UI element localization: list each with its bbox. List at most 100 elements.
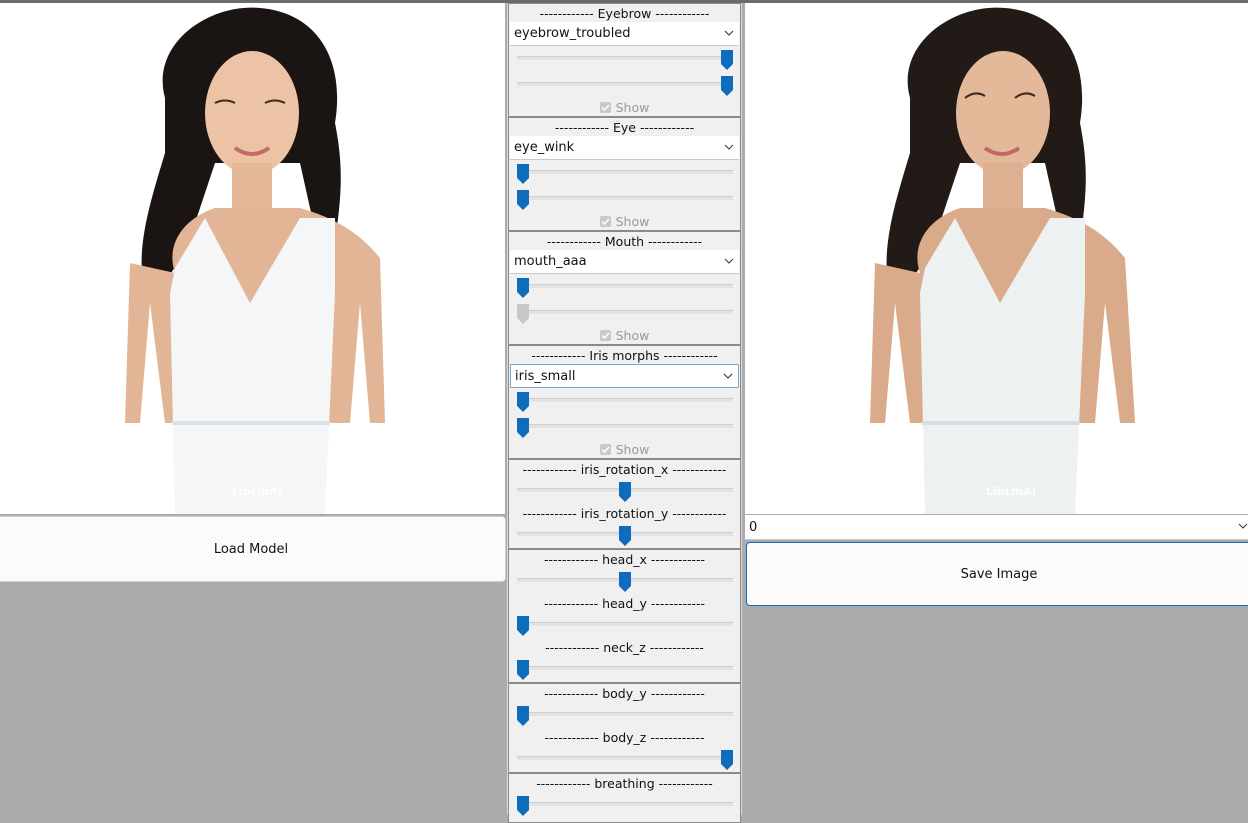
- slider-track: [517, 196, 733, 200]
- checkbox-checked-icon: [599, 216, 611, 227]
- body-y-slider[interactable]: [517, 706, 733, 726]
- iris-rotation-y-title: ------------ iris_rotation_y -----------…: [522, 506, 727, 521]
- slider-track: [517, 424, 733, 428]
- chevron-down-icon: [724, 30, 734, 36]
- iris-right-slider[interactable]: [517, 418, 733, 438]
- slider-track: [517, 712, 733, 716]
- neck-z-slider[interactable]: [517, 660, 733, 680]
- slider-track: [517, 756, 733, 760]
- slider-thumb: [517, 304, 529, 324]
- body-z-title: ------------ body_z ------------: [544, 730, 705, 745]
- iris-rotation-x-title: ------------ iris_rotation_x -----------…: [522, 462, 727, 477]
- slider-track: [517, 170, 733, 174]
- slider-thumb[interactable]: [517, 278, 529, 298]
- checkbox-checked-icon: [599, 330, 611, 341]
- show-label: Show: [615, 214, 650, 229]
- slider-track: [517, 398, 733, 402]
- iris-rotation-y-slider[interactable]: [517, 526, 733, 546]
- iris-rotation-x-slider[interactable]: [517, 482, 733, 502]
- eyebrow-right-slider[interactable]: [517, 76, 733, 96]
- eyebrow-left-slider[interactable]: [517, 50, 733, 70]
- eye-show-checkbox[interactable]: Show: [509, 214, 740, 229]
- slider-thumb[interactable]: [721, 50, 733, 70]
- body-group: ------------ body_y ------------ -------…: [508, 683, 741, 773]
- slider-track: [517, 666, 733, 670]
- checkbox-checked-icon: [599, 102, 611, 113]
- chevron-down-icon: [724, 144, 734, 150]
- slider-track: [517, 284, 733, 288]
- neck-z-title: ------------ neck_z ------------: [545, 640, 704, 655]
- head-x-slider[interactable]: [517, 572, 733, 592]
- save-image-button[interactable]: Save Image: [746, 542, 1248, 606]
- output-image-panel: LibLibAI: [745, 3, 1248, 514]
- show-label: Show: [615, 328, 650, 343]
- slider-thumb[interactable]: [517, 392, 529, 412]
- eye-select-value: eye_wink: [514, 140, 575, 155]
- mouth-group-title: ------------ Mouth ------------: [546, 234, 703, 249]
- eyebrow-show-checkbox[interactable]: Show: [509, 100, 740, 115]
- head-group: ------------ head_x ------------ -------…: [508, 549, 741, 683]
- chevron-down-icon: [723, 373, 733, 379]
- head-y-slider[interactable]: [517, 616, 733, 636]
- frame-index-select[interactable]: 0: [745, 515, 1248, 540]
- output-portrait-image: [745, 3, 1248, 514]
- eyebrow-select[interactable]: eyebrow_troubled: [510, 22, 739, 46]
- iris-rotation-group: ------------ iris_rotation_x -----------…: [508, 459, 741, 549]
- breathing-slider[interactable]: [517, 796, 733, 816]
- show-label: Show: [615, 100, 650, 115]
- checkbox-checked-icon: [599, 444, 611, 455]
- breathing-group: ------------ breathing ------------: [508, 773, 741, 823]
- slider-track: [517, 802, 733, 806]
- slider-track: [517, 82, 733, 86]
- watermark-text: LibLibAI: [986, 485, 1036, 498]
- slider-thumb[interactable]: [619, 526, 631, 546]
- eye-right-slider[interactable]: [517, 190, 733, 210]
- watermark-text: LibLibAI: [232, 485, 282, 498]
- iris-morph-select[interactable]: iris_small: [510, 364, 739, 388]
- slider-track: [517, 310, 733, 314]
- iris-morphs-group: ------------ Iris morphs ------------ ir…: [508, 345, 741, 459]
- mouth-group: ------------ Mouth ------------ mouth_aa…: [508, 231, 741, 345]
- breathing-title: ------------ breathing ------------: [536, 776, 713, 791]
- show-label: Show: [615, 442, 650, 457]
- eyebrow-group-title: ------------ Eyebrow ------------: [539, 6, 710, 21]
- slider-thumb[interactable]: [517, 660, 529, 680]
- frame-index-value: 0: [749, 519, 758, 535]
- eyebrow-group: ------------ Eyebrow ------------ eyebro…: [508, 3, 741, 117]
- slider-thumb[interactable]: [619, 482, 631, 502]
- slider-thumb[interactable]: [517, 190, 529, 210]
- body-y-title: ------------ body_y ------------: [544, 686, 705, 701]
- source-portrait-image: [0, 3, 505, 514]
- mouth-select[interactable]: mouth_aaa: [510, 250, 739, 274]
- head-y-title: ------------ head_y ------------: [543, 596, 706, 611]
- mouth-select-value: mouth_aaa: [514, 254, 587, 269]
- iris-left-slider[interactable]: [517, 392, 733, 412]
- slider-thumb[interactable]: [721, 76, 733, 96]
- slider-thumb[interactable]: [721, 750, 733, 770]
- head-x-title: ------------ head_x ------------: [543, 552, 706, 567]
- iris-morphs-show-checkbox[interactable]: Show: [509, 442, 740, 457]
- pose-controls-panel: ------------ Eyebrow ------------ eyebro…: [507, 3, 742, 823]
- eyebrow-select-value: eyebrow_troubled: [514, 26, 631, 41]
- eye-left-slider[interactable]: [517, 164, 733, 184]
- chevron-down-icon: [724, 258, 734, 264]
- slider-track: [517, 56, 733, 60]
- eye-select[interactable]: eye_wink: [510, 136, 739, 160]
- slider-thumb[interactable]: [517, 706, 529, 726]
- slider-thumb[interactable]: [517, 616, 529, 636]
- mouth-show-checkbox[interactable]: Show: [509, 328, 740, 343]
- slider-thumb[interactable]: [619, 572, 631, 592]
- source-image-panel: LibLibAI: [0, 3, 505, 514]
- iris-morphs-group-title: ------------ Iris morphs ------------: [531, 348, 718, 363]
- load-model-button[interactable]: Load Model: [0, 516, 506, 582]
- slider-thumb[interactable]: [517, 796, 529, 816]
- mouth-slider-2-disabled: [517, 304, 733, 324]
- slider-thumb[interactable]: [517, 164, 529, 184]
- iris-morph-select-value: iris_small: [515, 368, 576, 384]
- eye-group: ------------ Eye ------------ eye_wink S…: [508, 117, 741, 231]
- slider-track: [517, 622, 733, 626]
- slider-thumb[interactable]: [517, 418, 529, 438]
- eye-group-title: ------------ Eye ------------: [554, 120, 695, 135]
- body-z-slider[interactable]: [517, 750, 733, 770]
- mouth-slider-1[interactable]: [517, 278, 733, 298]
